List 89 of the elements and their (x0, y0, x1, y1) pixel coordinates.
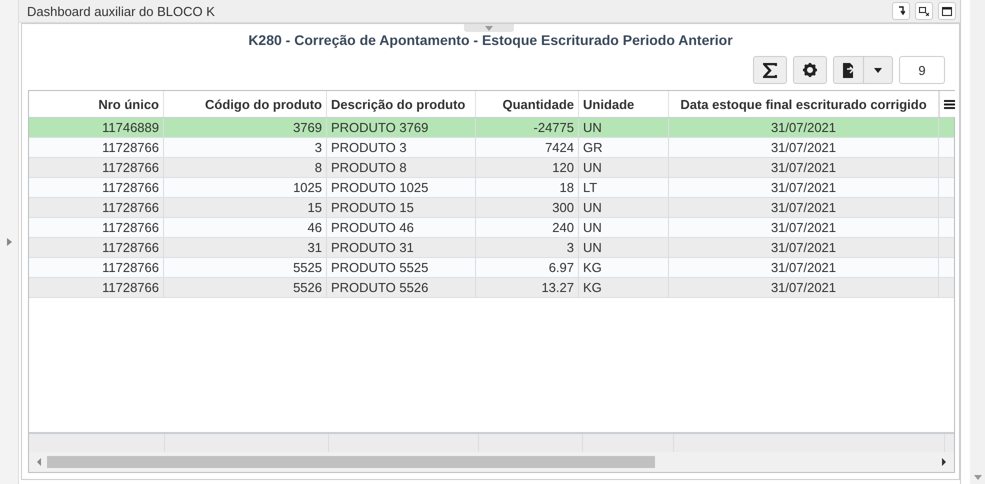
table-cell: 31/07/2021 (669, 178, 939, 197)
restore-button[interactable] (892, 2, 910, 20)
scroll-left-icon[interactable] (35, 457, 43, 467)
table-cell: 31/07/2021 (669, 158, 939, 177)
table-cell: PRODUTO 3 (327, 138, 476, 157)
table-row[interactable]: 11728766 46 PRODUTO 46 240 UN 31/07/2021 (29, 218, 954, 238)
table-cell: KG (579, 258, 669, 277)
scroll-right-icon[interactable] (940, 457, 948, 467)
column-header[interactable]: Unidade (579, 91, 669, 117)
export-icon (842, 62, 854, 78)
sigma-icon (763, 62, 777, 78)
caret-icon (874, 68, 882, 72)
table-row[interactable]: 11728766 31 PRODUTO 31 3 UN 31/07/2021 (29, 238, 954, 258)
table-cell: 31/07/2021 (669, 118, 939, 137)
table-cell: 11728766 (29, 258, 164, 277)
table-cell: 1025 (164, 178, 327, 197)
table-cell: 11728766 (29, 238, 164, 257)
table-cell: 31/07/2021 (669, 198, 939, 217)
table-cell: PRODUTO 8 (327, 158, 476, 177)
table-cell: 46 (164, 218, 327, 237)
column-header[interactable]: Código do produto (164, 91, 327, 117)
table-cell: 11728766 (29, 178, 164, 197)
table-cell: 6.97 (476, 258, 579, 277)
column-header[interactable]: Nro único (29, 91, 164, 117)
table-cell: 300 (476, 198, 579, 217)
table-cell: 8 (164, 158, 327, 177)
table-row[interactable]: 11728766 1025 PRODUTO 1025 18 LT 31/07/2021 (29, 178, 954, 198)
table-row[interactable]: 11728766 3 PRODUTO 3 7424 GR 31/07/2021 (29, 138, 954, 158)
sum-button[interactable] (753, 56, 787, 84)
table-cell: 3769 (164, 118, 327, 137)
table-cell: PRODUTO 15 (327, 198, 476, 217)
table-row[interactable]: 11746889 3769 PRODUTO 3769 -24775 UN 31/07/2021 (29, 118, 954, 138)
table-cell: UN (579, 158, 669, 177)
detach-icon (919, 6, 929, 16)
menu-icon[interactable] (939, 91, 958, 117)
table-cell: 31/07/2021 (669, 278, 939, 297)
table-cell: 3 (476, 238, 579, 257)
table-cell: 11728766 (29, 138, 164, 157)
table-cell: UN (579, 218, 669, 237)
table-cell: 31/07/2021 (669, 238, 939, 257)
caret-icon (485, 26, 493, 31)
table-cell: 31/07/2021 (669, 218, 939, 237)
table-cell: 31/07/2021 (669, 258, 939, 277)
table-cell: 5525 (164, 258, 327, 277)
table-cell: 11728766 (29, 278, 164, 297)
restore-icon (897, 6, 905, 16)
table-cell: UN (579, 118, 669, 137)
table-cell: 5526 (164, 278, 327, 297)
table-cell: 7424 (476, 138, 579, 157)
table-cell: KG (579, 278, 669, 297)
maximize-button[interactable] (938, 2, 956, 20)
detach-button[interactable] (915, 2, 933, 20)
horizontal-scrollbar[interactable] (29, 452, 954, 472)
table-cell: 240 (476, 218, 579, 237)
table-cell: 120 (476, 158, 579, 177)
settings-button[interactable] (793, 56, 827, 84)
table-cell: GR (579, 138, 669, 157)
expand-arrow-icon[interactable] (6, 238, 12, 246)
table-cell: LT (579, 178, 669, 197)
table-cell: PRODUTO 31 (327, 238, 476, 257)
panel-title: Dashboard auxiliar do BLOCO K (27, 4, 216, 18)
table-cell: -24775 (476, 118, 579, 137)
report-title: K280 - Correção de Apontamento - Estoque Escriturado Periodo Anterior (248, 32, 733, 50)
table-cell: PRODUTO 1025 (327, 178, 476, 197)
table-cell: 3 (164, 138, 327, 157)
column-header[interactable]: Quantidade (476, 91, 579, 117)
column-header[interactable]: Descrição do produto (327, 91, 476, 117)
table-cell: PRODUTO 46 (327, 218, 476, 237)
table-cell: 13.27 (476, 278, 579, 297)
table-cell: 15 (164, 198, 327, 217)
table-cell: 11728766 (29, 218, 164, 237)
table-row[interactable]: 11728766 5526 PRODUTO 5526 13.27 KG 31/07/2021 (29, 278, 954, 298)
table-cell: 11728766 (29, 198, 164, 217)
table-row[interactable]: 11728766 15 PRODUTO 15 300 UN 31/07/2021 (29, 198, 954, 218)
table-cell: UN (579, 198, 669, 217)
table-row[interactable]: 11728766 8 PRODUTO 8 120 UN 31/07/2021 (29, 158, 954, 178)
table-cell: 31/07/2021 (669, 138, 939, 157)
table-cell: 18 (476, 178, 579, 197)
table-row[interactable]: 11728766 5525 PRODUTO 5525 6.97 KG 31/07/2021 (29, 258, 954, 278)
table-cell: PRODUTO 5525 (327, 258, 476, 277)
table-cell: UN (579, 238, 669, 257)
table-cell: 11746889 (29, 118, 164, 137)
table-cell: PRODUTO 3769 (327, 118, 476, 137)
maximize-icon (942, 6, 952, 16)
table-cell: PRODUTO 5526 (327, 278, 476, 297)
page-size-field[interactable]: 9 (899, 56, 945, 84)
table-cell: 31 (164, 238, 327, 257)
table-cell: 11728766 (29, 158, 164, 177)
settings-icon (803, 63, 817, 77)
